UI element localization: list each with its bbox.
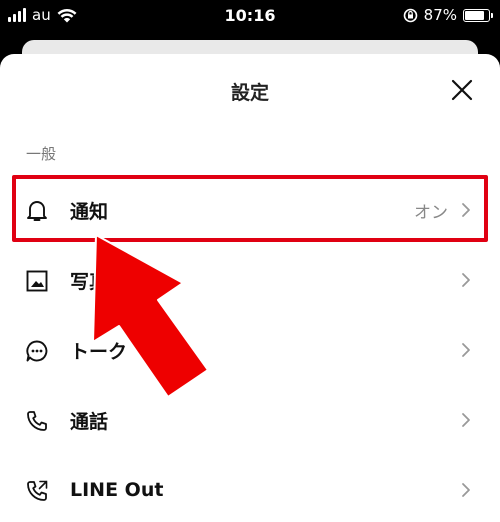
settings-row-chats[interactable]: トーク	[0, 315, 500, 385]
chevron-right-icon	[462, 203, 470, 217]
settings-row-line-out[interactable]: LINE Out	[0, 455, 500, 522]
chevron-right-icon	[462, 273, 470, 287]
status-right: 87%	[403, 6, 493, 24]
row-value: オン	[414, 202, 448, 223]
settings-row-photos[interactable]: 写真と動画	[0, 245, 500, 315]
battery-percent: 87%	[423, 6, 457, 24]
photo-icon	[24, 268, 50, 294]
close-icon[interactable]	[450, 78, 474, 102]
phone-out-icon	[24, 478, 50, 504]
sheet-title: 設定	[230, 82, 269, 104]
settings-row-notifications[interactable]: 通知 オン	[0, 175, 500, 245]
sheet-header: 設定	[0, 54, 500, 126]
row-label: 通知	[70, 200, 109, 223]
battery-icon	[463, 8, 493, 22]
settings-sheet: 設定 一般 通知 オン 写真と動画 トーク 通話 LINE Out	[0, 54, 500, 522]
row-label: トーク	[70, 340, 128, 363]
bell-icon	[24, 198, 50, 224]
rotation-lock-icon	[403, 8, 417, 22]
row-label: 写真と動画	[70, 270, 166, 293]
phone-icon	[24, 408, 50, 434]
chat-bubble-icon	[24, 338, 50, 364]
row-label: 通話	[70, 410, 109, 433]
settings-row-calls[interactable]: 通話	[0, 385, 500, 455]
chevron-right-icon	[462, 343, 470, 357]
battery-fill	[465, 10, 484, 20]
section-label-general: 一般	[26, 145, 57, 163]
row-label: LINE Out	[70, 479, 164, 501]
chevron-right-icon	[462, 413, 470, 427]
status-bar: au 10:16 87%	[0, 0, 500, 34]
chevron-right-icon	[462, 483, 470, 497]
